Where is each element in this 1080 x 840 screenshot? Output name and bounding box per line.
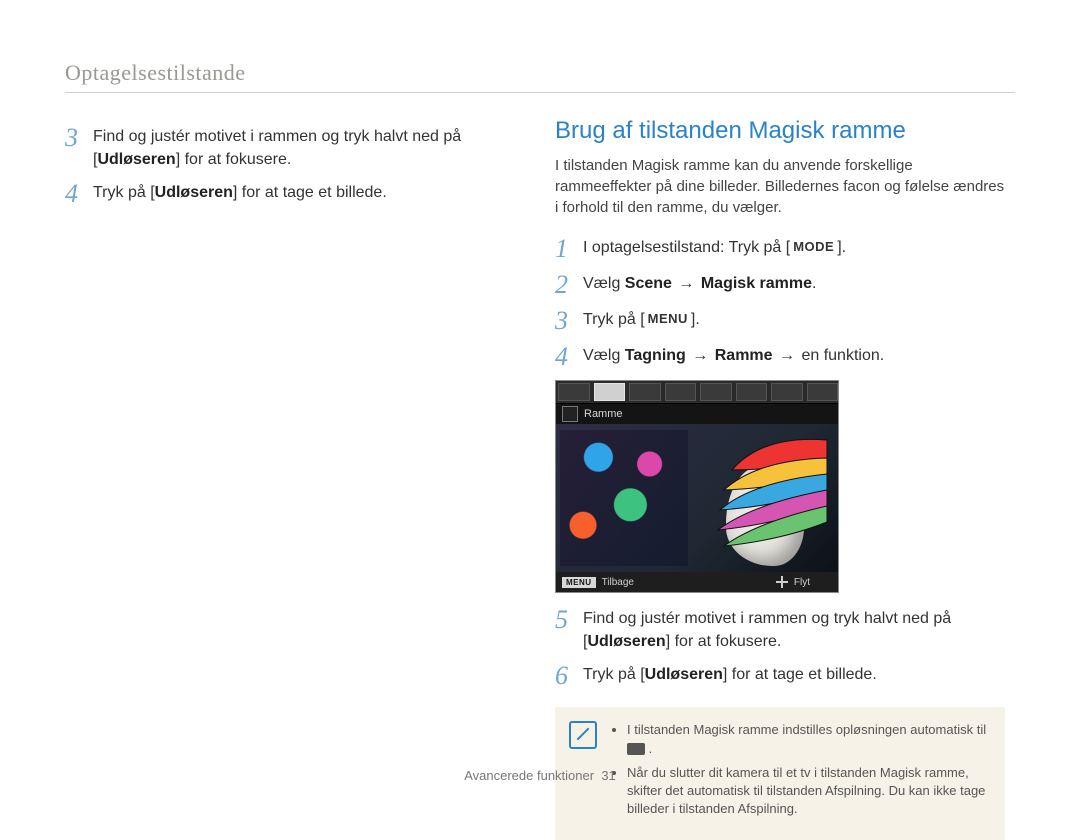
step-text: Find og justér motivet i rammen og tryk … [583, 607, 1005, 653]
mode-key: MODE [790, 238, 837, 257]
step-number: 1 [555, 236, 583, 262]
note-icon [569, 721, 597, 749]
step-number: 4 [555, 344, 583, 370]
subsection-heading: Brug af tilstanden Magisk ramme [555, 117, 1005, 145]
frame-thumb[interactable] [771, 383, 803, 401]
step-text: Tryk på [MENU]. [583, 308, 700, 334]
frame-thumb-active[interactable] [594, 383, 626, 401]
nav-pad-icon [776, 576, 788, 588]
frame-thumb[interactable] [807, 383, 839, 401]
step-number: 5 [555, 607, 583, 653]
section-title: Optagelsestilstande [65, 60, 1015, 86]
menu-chip-icon: MENU [562, 577, 596, 588]
step-4-right: 4 Vælg Tagning → Ramme → en funktion. [555, 344, 1005, 370]
frame-thumb[interactable] [700, 383, 732, 401]
step-text: Vælg Tagning → Ramme → en funktion. [583, 344, 884, 370]
step-6-right: 6 Tryk på [Udløseren] for at tage et bil… [555, 663, 1005, 689]
step-4-left: 4 Tryk på [Udløseren] for at tage et bil… [65, 181, 515, 207]
left-column: 3 Find og justér motivet i rammen og try… [65, 117, 515, 840]
step-number: 3 [65, 125, 93, 171]
intro-paragraph: I tilstanden Magisk ramme kan du anvende… [555, 155, 1005, 218]
frame-preview: Ramme [555, 380, 839, 593]
step-number: 3 [555, 308, 583, 334]
move-label: Flyt [794, 577, 810, 588]
step-text: Tryk på [Udløseren] for at tage et bille… [93, 181, 387, 207]
step-text: Vælg Scene → Magisk ramme. [583, 272, 816, 298]
step-text: Tryk på [Udløseren] for at tage et bille… [583, 663, 877, 689]
note-item: I tilstanden Magisk ramme indstilles opl… [627, 721, 989, 757]
divider [65, 92, 1015, 93]
right-column: Brug af tilstanden Magisk ramme I tilsta… [555, 117, 1005, 840]
step-text: I optagelsestilstand: Tryk på [MODE]. [583, 236, 846, 262]
preview-label: Ramme [584, 408, 623, 420]
step-2-right: 2 Vælg Scene → Magisk ramme. [555, 272, 1005, 298]
step-number: 6 [555, 663, 583, 689]
footer-label: Avancerede funktioner [464, 768, 594, 783]
resolution-chip-icon [627, 743, 645, 755]
step-text: Find og justér motivet i rammen og tryk … [93, 125, 515, 171]
page-number: 31 [601, 768, 615, 783]
step-number: 2 [555, 272, 583, 298]
wing-art [702, 430, 832, 550]
frame-thumb[interactable] [665, 383, 697, 401]
step-number: 4 [65, 181, 93, 207]
preview-thumb-strip [556, 381, 838, 404]
step-3-left: 3 Find og justér motivet i rammen og try… [65, 125, 515, 171]
step-5-right: 5 Find og justér motivet i rammen og try… [555, 607, 1005, 653]
preview-photo [556, 424, 838, 572]
frame-icon [562, 406, 578, 422]
frame-thumb[interactable] [558, 383, 590, 401]
step-1-right: 1 I optagelsestilstand: Tryk på [MODE]. [555, 236, 1005, 262]
back-label: Tilbage [602, 577, 634, 588]
preview-label-row: Ramme [556, 404, 838, 424]
menu-key: MENU [645, 310, 691, 329]
frame-thumb[interactable] [736, 383, 768, 401]
graffiti-art [560, 430, 688, 566]
preview-bottom-bar: MENU Tilbage Flyt [556, 572, 838, 592]
footer: Avancerede funktioner 31 [0, 768, 1080, 783]
step-3-right: 3 Tryk på [MENU]. [555, 308, 1005, 334]
frame-thumb[interactable] [629, 383, 661, 401]
